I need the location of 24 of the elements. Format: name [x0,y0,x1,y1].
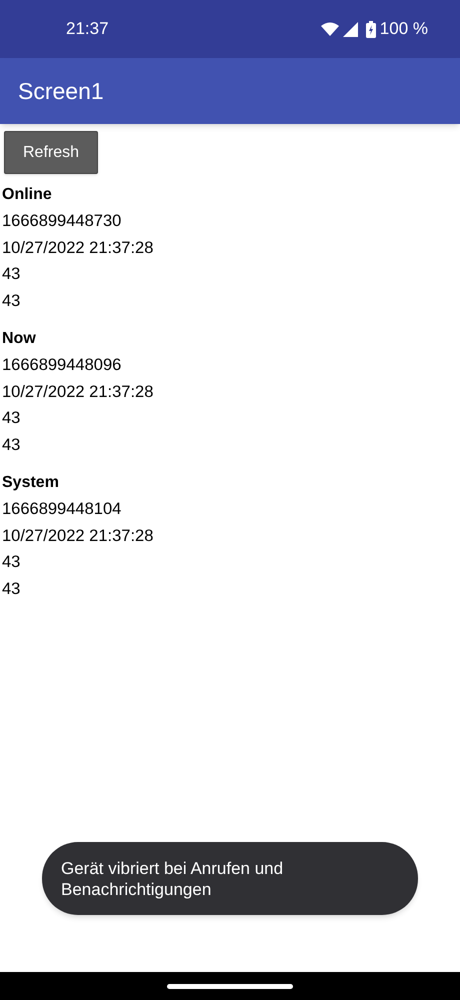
value-text: 1666899448730 [2,211,122,232]
section-heading: System [2,473,60,494]
value-text: 1666899448104 [2,499,122,520]
home-handle[interactable] [167,984,293,988]
battery-icon [366,20,376,38]
app-title: Screen1 [18,76,104,106]
value-text: 43 [2,434,22,456]
value-text: 43 [2,552,22,574]
section-heading: Online [2,185,53,205]
wifi-icon [320,22,339,36]
value-text: 43 [2,578,22,600]
value-text: 10/27/2022 21:37:28 [2,382,154,403]
value-text: 10/27/2022 21:37:28 [2,238,154,259]
status-time: 21:37 [66,18,109,40]
value-text: 43 [2,264,22,286]
refresh-button[interactable]: Refresh [4,131,98,174]
value-text: 43 [2,290,22,312]
value-text: 1666899448096 [2,355,122,376]
signal-icon [342,22,358,36]
battery-percentage: 100 % [380,18,428,40]
toast: Gerät vibriert bei Anrufen und Benachrichtigungen [42,842,418,915]
section-heading: Now [2,329,37,350]
value-text: 10/27/2022 21:37:28 [2,526,154,547]
value-text: 43 [2,408,22,430]
